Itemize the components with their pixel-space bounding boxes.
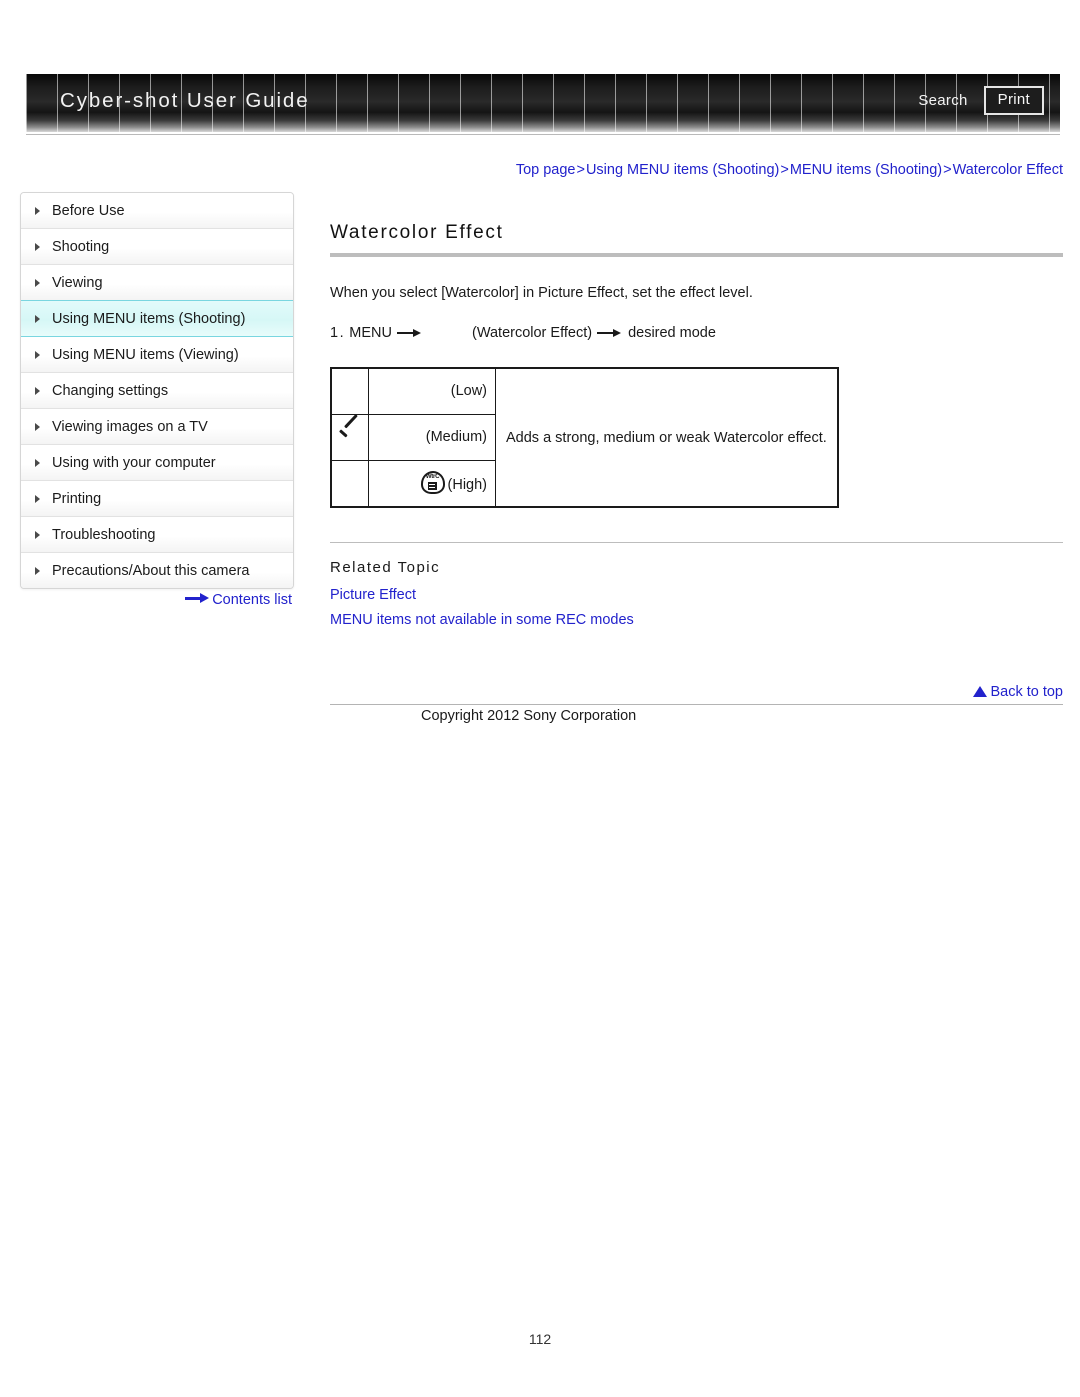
breadcrumb: Top page>Using MENU items (Shooting)>MEN… bbox=[0, 162, 1063, 178]
page-title: Watercolor Effect bbox=[330, 222, 504, 243]
print-button[interactable]: Print bbox=[983, 86, 1044, 115]
back-to-top-row: Back to top bbox=[330, 684, 1063, 700]
search-button[interactable]: Search bbox=[916, 88, 969, 113]
sidebar-item-viewing[interactable]: Viewing bbox=[21, 265, 293, 301]
related-link-menu-items-not-available[interactable]: MENU items not available in some REC mod… bbox=[330, 612, 1063, 628]
sidebar-item-printing[interactable]: Printing bbox=[21, 481, 293, 517]
sidebar-item-label: Precautions/About this camera bbox=[52, 562, 250, 579]
sidebar-item-precautions-about-this-camera[interactable]: Precautions/About this camera bbox=[21, 553, 293, 588]
menu-icon-placeholder bbox=[428, 325, 472, 341]
breadcrumb-separator: > bbox=[943, 162, 952, 178]
sidebar-item-label: Using MENU items (Shooting) bbox=[52, 310, 246, 327]
related-topic-heading: Related Topic bbox=[330, 559, 441, 577]
triangle-right-icon bbox=[33, 206, 43, 216]
effect-level-table: (Low) Adds a strong, medium or weak Wate… bbox=[330, 367, 839, 509]
step-target-label: (Watercolor Effect) bbox=[472, 325, 593, 342]
table-cell-check bbox=[330, 460, 369, 508]
triangle-right-icon bbox=[33, 458, 43, 468]
triangle-right-icon bbox=[33, 350, 43, 360]
triangle-right-icon bbox=[33, 242, 43, 252]
sidebar-item-label: Viewing images on a TV bbox=[52, 418, 208, 435]
copyright-text: Copyright 2012 Sony Corporation bbox=[421, 708, 637, 724]
arrow-right-icon bbox=[597, 327, 623, 339]
site-header: Cyber-shot User Guide Search Print bbox=[26, 74, 1060, 137]
sidebar-item-changing-settings[interactable]: Changing settings bbox=[21, 373, 293, 409]
breadcrumb-separator: > bbox=[780, 162, 789, 178]
level-label-high: (High) bbox=[447, 477, 487, 494]
triangle-right-icon bbox=[33, 566, 43, 576]
sidebar-item-using-menu-items-shooting[interactable]: Using MENU items (Shooting) bbox=[21, 300, 293, 337]
triangle-right-icon bbox=[33, 494, 43, 504]
sidebar-item-troubleshooting[interactable]: Troubleshooting bbox=[21, 517, 293, 553]
checkmark-icon bbox=[338, 426, 362, 446]
related-link-picture-effect[interactable]: Picture Effect bbox=[330, 587, 1063, 603]
step-result-label: desired mode bbox=[628, 325, 716, 342]
table-cell-check bbox=[330, 367, 369, 416]
sidebar-item-label: Viewing bbox=[52, 274, 103, 291]
breadcrumb-item-top-page[interactable]: Top page bbox=[516, 162, 576, 178]
table-row: (Low) Adds a strong, medium or weak Wate… bbox=[330, 367, 839, 508]
sidebar-item-label: Changing settings bbox=[52, 382, 169, 399]
triangle-right-icon bbox=[33, 422, 43, 432]
contents-list-row: Contents list bbox=[20, 592, 292, 608]
triangle-right-icon bbox=[33, 530, 43, 540]
level-label-medium: (Medium) bbox=[425, 428, 487, 445]
header-underline bbox=[26, 134, 1060, 135]
header-banner: Cyber-shot User Guide Search Print bbox=[26, 74, 1060, 132]
watercolor-icon-level-bar bbox=[427, 482, 437, 491]
triangle-right-icon bbox=[33, 386, 43, 396]
sidebar-item-viewing-images-on-a-tv[interactable]: Viewing images on a TV bbox=[21, 409, 293, 445]
sidebar-item-label: Shooting bbox=[52, 238, 110, 255]
arrow-right-icon bbox=[185, 593, 210, 604]
sidebar-item-label: Printing bbox=[52, 490, 102, 507]
breadcrumb-item-menu-items-shooting[interactable]: MENU items (Shooting) bbox=[790, 162, 942, 178]
breadcrumb-separator: > bbox=[576, 162, 585, 178]
sidebar-item-using-menu-items-viewing[interactable]: Using MENU items (Viewing) bbox=[21, 337, 293, 373]
level-label-low: (Low) bbox=[450, 382, 487, 399]
title-divider bbox=[330, 253, 1063, 257]
sidebar-navigation: Before Use Shooting Viewing Using MENU i… bbox=[20, 192, 294, 589]
document-page: Cyber-shot User Guide Search Print Top p… bbox=[0, 0, 1080, 1397]
arrow-right-icon bbox=[397, 327, 423, 339]
contents-list-link[interactable]: Contents list bbox=[212, 592, 292, 608]
breadcrumb-item-using-menu-items-shooting[interactable]: Using MENU items (Shooting) bbox=[586, 162, 779, 178]
table-cell-description: Adds a strong, medium or weak Watercolor… bbox=[495, 367, 839, 508]
step-instruction: 1. MENU (Watercolor Effect) desired mode bbox=[330, 325, 1063, 341]
triangle-up-icon bbox=[973, 686, 988, 697]
back-to-top-link[interactable]: Back to top bbox=[990, 684, 1063, 700]
sidebar-item-label: Troubleshooting bbox=[52, 526, 156, 543]
related-divider bbox=[330, 542, 1063, 544]
table-cell-level: WtrC (High) bbox=[368, 460, 496, 508]
watercolor-icon-tag: WtrC bbox=[425, 472, 440, 480]
table-cell-level: (Medium) bbox=[368, 414, 496, 462]
table-cell-check-selected bbox=[330, 414, 369, 462]
watercolor-high-icon: WtrC bbox=[420, 471, 445, 495]
triangle-right-icon bbox=[33, 278, 43, 288]
step-number: 1. bbox=[330, 325, 346, 342]
table-cell-level: (Low) bbox=[368, 367, 496, 416]
sidebar-item-label: Using with your computer bbox=[52, 454, 216, 471]
main-content: Watercolor Effect When you select [Water… bbox=[330, 222, 1063, 637]
footer-divider bbox=[330, 704, 1063, 705]
sidebar-item-label: Before Use bbox=[52, 202, 125, 219]
sidebar-item-using-with-your-computer[interactable]: Using with your computer bbox=[21, 445, 293, 481]
step-menu-label: MENU bbox=[349, 325, 392, 342]
sidebar-item-before-use[interactable]: Before Use bbox=[21, 193, 293, 229]
page-number: 112 bbox=[528, 1331, 552, 1347]
header-actions: Search Print bbox=[916, 86, 1044, 115]
breadcrumb-item-current: Watercolor Effect bbox=[952, 162, 1063, 178]
sidebar-item-label: Using MENU items (Viewing) bbox=[52, 346, 239, 363]
sidebar-item-shooting[interactable]: Shooting bbox=[21, 229, 293, 265]
intro-paragraph: When you select [Watercolor] in Picture … bbox=[330, 285, 753, 301]
effect-description: Adds a strong, medium or weak Watercolor… bbox=[506, 429, 827, 446]
site-title: Cyber-shot User Guide bbox=[60, 89, 310, 112]
triangle-right-icon bbox=[33, 314, 43, 324]
